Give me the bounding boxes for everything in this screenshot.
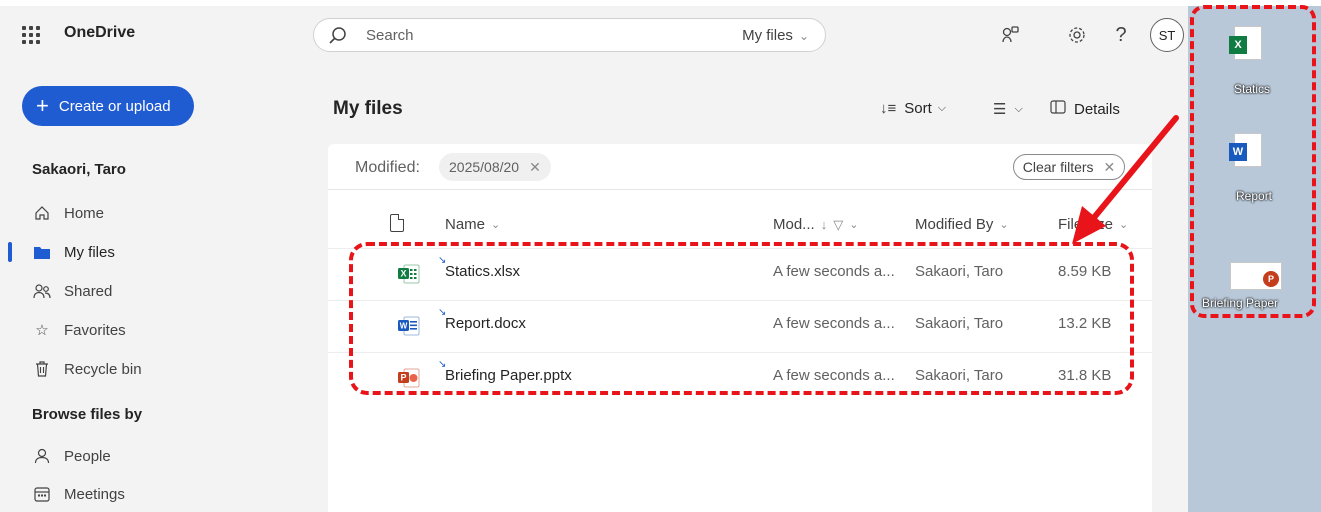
- search-box[interactable]: Search My files ⌄: [313, 18, 826, 52]
- chevron-down-icon: ⌵: [1014, 102, 1023, 115]
- column-label: Mod...: [773, 216, 815, 233]
- sidebar-item-shared[interactable]: Shared: [32, 279, 112, 303]
- page-title: My files: [333, 98, 403, 119]
- sidebar-item-label: Favorites: [64, 321, 126, 339]
- chevron-down-icon: ⌄: [1119, 219, 1129, 231]
- sort-button[interactable]: ↓≡ Sort ⌵: [880, 100, 954, 117]
- sidebar-item-favorites[interactable]: ☆ Favorites: [32, 318, 126, 342]
- column-label: File size: [1058, 216, 1114, 233]
- trash-icon: [32, 359, 52, 379]
- create-or-upload-label: Create or upload: [58, 97, 171, 115]
- home-icon: [32, 203, 52, 223]
- app-name[interactable]: OneDrive: [64, 24, 135, 42]
- filter-chip-label: 2025/08/20: [449, 159, 520, 175]
- filter-label: Modified:: [355, 159, 420, 176]
- sidebar-item-home[interactable]: Home: [32, 201, 104, 225]
- chevron-down-icon: ⌄: [798, 29, 809, 43]
- search-icon: [329, 27, 346, 44]
- sort-icon: ↓≡: [880, 100, 897, 117]
- sidebar-item-label: Recycle bin: [64, 360, 142, 378]
- sidebar-item-label: People: [64, 447, 111, 465]
- chevron-down-icon: ⌄: [999, 219, 1009, 231]
- sort-label: Sort: [904, 100, 932, 117]
- help-button[interactable]: ?: [1110, 24, 1132, 46]
- filter-chip-date[interactable]: 2025/08/20 ✕: [439, 153, 551, 181]
- sidebar-item-label: My files: [64, 243, 115, 261]
- column-header-file-size[interactable]: File size ⌄: [1058, 216, 1128, 233]
- connections-icon: [1002, 26, 1019, 43]
- help-icon: ?: [1115, 23, 1127, 46]
- search-scope-label: My files: [742, 27, 793, 44]
- app-launcher-icon[interactable]: [22, 26, 40, 44]
- star-icon: ☆: [35, 322, 49, 339]
- view-options-button[interactable]: ☰ ⌵: [993, 100, 1031, 118]
- clear-filters-button[interactable]: Clear filters ✕: [1013, 154, 1125, 180]
- gear-icon: [1069, 27, 1085, 43]
- close-icon[interactable]: ✕: [529, 159, 541, 176]
- sidebar-item-recycle-bin[interactable]: Recycle bin: [32, 357, 142, 381]
- plus-icon: +: [36, 93, 49, 118]
- column-label: Modified By: [915, 216, 994, 233]
- clear-filters-label: Clear filters: [1022, 159, 1094, 175]
- search-input[interactable]: Search: [366, 27, 414, 44]
- settings-button[interactable]: [1066, 24, 1088, 46]
- folder-icon: [32, 242, 52, 262]
- details-button[interactable]: Details: [1050, 100, 1120, 118]
- search-scope-dropdown[interactable]: My files ⌄: [742, 27, 809, 44]
- person-icon: [32, 446, 52, 466]
- close-icon: ✕: [1103, 158, 1116, 175]
- avatar[interactable]: ST: [1150, 18, 1184, 52]
- sidebar-item-label: Meetings: [64, 485, 125, 503]
- chevron-down-icon: ⌄: [491, 219, 501, 231]
- column-header-name[interactable]: Name ⌄: [445, 216, 500, 233]
- column-label: Name: [445, 216, 486, 233]
- create-or-upload-button[interactable]: + Create or upload: [22, 86, 194, 126]
- active-nav-indicator: [8, 242, 12, 262]
- premium-diamond-icon[interactable]: [1000, 24, 1022, 46]
- column-header-modified[interactable]: Mod... ↓ ▽ ⌄: [773, 216, 858, 233]
- sidebar-item-label: Home: [64, 204, 105, 222]
- chevron-down-icon: ⌄: [849, 219, 859, 231]
- column-header-modified-by[interactable]: Modified By ⌄: [915, 216, 1009, 233]
- chevron-down-icon: ⌵: [937, 102, 947, 114]
- highlight-file-rows: [349, 242, 1134, 395]
- highlight-desktop-icons: [1190, 5, 1316, 318]
- sidebar-item-meetings[interactable]: Meetings: [32, 482, 125, 506]
- sidebar-item-people[interactable]: People: [32, 444, 111, 468]
- calendar-icon: [32, 484, 52, 504]
- arrow-down-icon: ↓: [820, 217, 828, 232]
- filter-icon: ▽: [833, 216, 844, 232]
- sidebar-item-label: Shared: [64, 282, 113, 300]
- list-view-icon: ☰: [993, 101, 1007, 118]
- file-type-column-icon[interactable]: [390, 214, 404, 232]
- details-pane-icon: [1050, 100, 1066, 118]
- details-label: Details: [1074, 100, 1120, 118]
- people-icon: [32, 281, 52, 301]
- browse-files-heading: Browse files by: [32, 406, 143, 423]
- filter-bar: Modified: 2025/08/20 ✕ Clear filters ✕: [328, 144, 1152, 190]
- account-name: Sakaori, Taro: [32, 161, 126, 178]
- sidebar-item-my-files[interactable]: My files: [32, 240, 115, 264]
